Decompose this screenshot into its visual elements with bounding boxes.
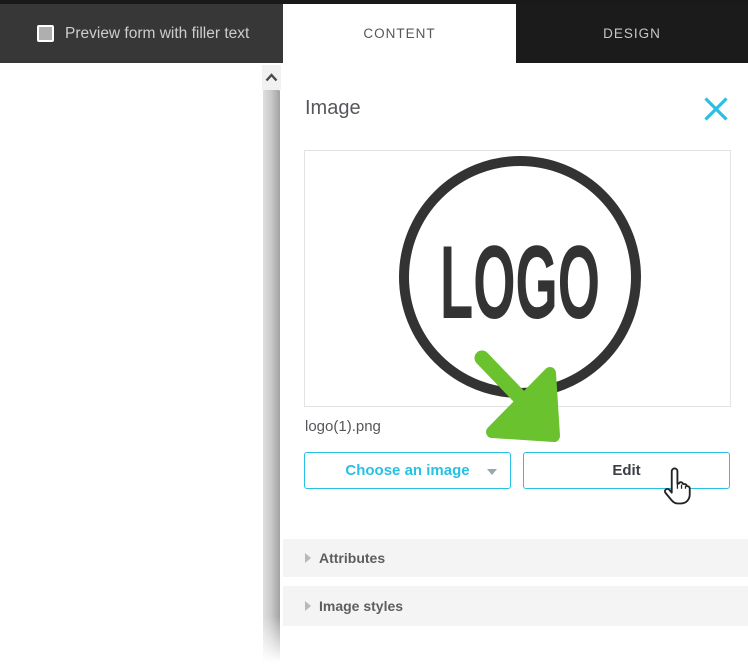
scroll-up-button[interactable] xyxy=(262,65,281,90)
caret-right-icon xyxy=(305,601,311,611)
edit-button[interactable]: Edit xyxy=(523,452,730,489)
filename-label: logo(1).png xyxy=(305,418,381,435)
caret-right-icon xyxy=(305,553,311,563)
scrollbar-thumb[interactable] xyxy=(263,90,280,662)
section-attributes-label: Attributes xyxy=(319,550,385,566)
choose-image-label: Choose an image xyxy=(345,462,469,479)
page-title: Image xyxy=(305,97,361,120)
choose-image-button[interactable]: Choose an image xyxy=(304,452,511,489)
scrollbar[interactable] xyxy=(262,63,281,667)
section-attributes[interactable]: Attributes xyxy=(283,539,748,577)
logo-image: LOGO xyxy=(305,151,730,411)
form-builder-screen: Preview form with filler text CONTENT DE… xyxy=(0,0,748,667)
close-icon xyxy=(702,95,730,123)
svg-text:LOGO: LOGO xyxy=(440,225,600,341)
image-preview-box: LOGO xyxy=(304,150,731,407)
edit-label: Edit xyxy=(612,462,640,479)
preview-bar: Preview form with filler text xyxy=(0,4,283,63)
section-image-styles[interactable]: Image styles xyxy=(283,586,748,626)
preview-checkbox[interactable] xyxy=(37,25,54,42)
section-image-styles-label: Image styles xyxy=(319,598,403,614)
image-settings-panel: Image LOGO logo(1).png Choose an image E… xyxy=(283,63,748,667)
chevron-up-icon xyxy=(265,73,278,82)
preview-checkbox-label: Preview form with filler text xyxy=(65,25,249,43)
caret-down-icon xyxy=(487,469,497,475)
tab-content[interactable]: CONTENT xyxy=(283,4,516,63)
close-button[interactable] xyxy=(701,94,731,124)
left-canvas xyxy=(0,63,262,667)
tab-design[interactable]: DESIGN xyxy=(516,4,748,63)
